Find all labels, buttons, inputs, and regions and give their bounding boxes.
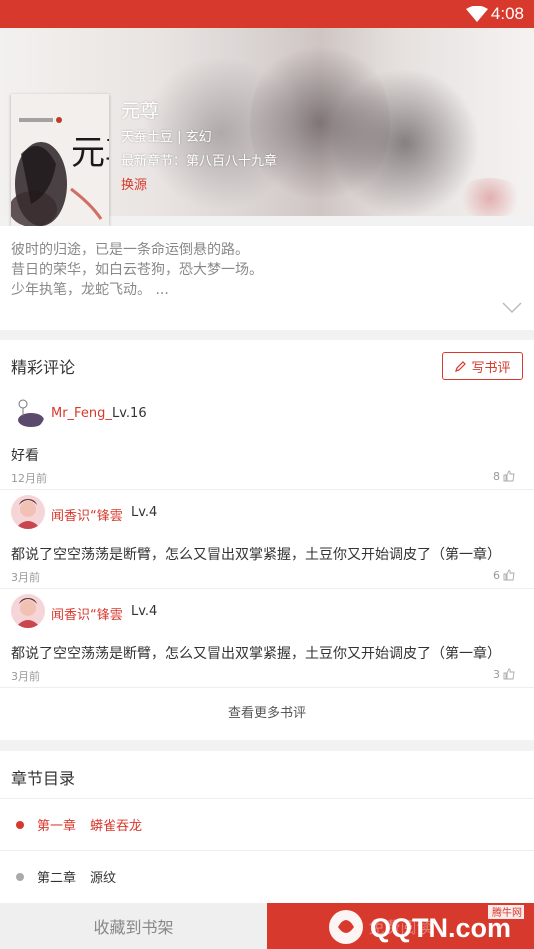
latest-chapter[interactable]: 最新章节：第八百八十九章: [121, 150, 283, 169]
review-body: 都说了空空荡荡是断臂，怎么又冒出双掌紧握，土豆你又开始调皮了（第一章）: [11, 646, 501, 662]
more-reviews-link[interactable]: 查看更多书评: [0, 688, 534, 740]
chapter-number: 第一章: [37, 819, 77, 834]
review-like-count: 6: [493, 569, 500, 582]
review-date: 12月前: [11, 472, 47, 485]
pencil-icon: [455, 360, 467, 372]
intro-line: 彼时的归途，已是一条命运倒悬的路。: [11, 242, 249, 258]
book-author-category: 天蚕土豆 | 玄幻: [121, 130, 212, 145]
review-username[interactable]: 闻香识“锋雲: [51, 604, 123, 623]
bottom-action-bar: 收藏到书架 免费阅读 QQTN.com 腾牛网: [0, 903, 534, 949]
chevron-down-icon[interactable]: [502, 302, 522, 314]
chapter-number: 第二章: [37, 871, 77, 886]
review-date: 3月前: [11, 571, 40, 584]
svg-text:元尊: 元尊: [71, 133, 109, 173]
review-username[interactable]: Mr_Feng_: [51, 406, 112, 421]
add-to-shelf-button[interactable]: 收藏到书架: [0, 903, 267, 949]
book-title: 元尊: [121, 100, 160, 122]
review-like-count: 3: [493, 668, 500, 681]
chapter-indicator-dot: [16, 873, 24, 881]
reviews-title: 精彩评论: [11, 358, 76, 377]
write-review-label: 写书评: [471, 360, 511, 376]
avatar[interactable]: [11, 495, 45, 529]
chapter-item[interactable]: 第一章 蟒雀吞龙: [0, 798, 534, 850]
book-cover[interactable]: 元尊: [11, 94, 109, 226]
review-item[interactable]: Mr_Feng_ Lv.16 好看 12月前 8: [0, 391, 534, 490]
change-source-link[interactable]: 换源: [121, 174, 147, 193]
avatar[interactable]: [11, 594, 45, 628]
review-like-count: 8: [493, 470, 500, 483]
chapter-indicator-dot: [16, 821, 24, 829]
status-time: 4:08: [490, 4, 524, 23]
review-body: 好看: [11, 448, 39, 464]
write-review-button[interactable]: 写书评: [442, 352, 523, 380]
chapters-title: 章节目录: [11, 769, 76, 788]
svg-text:腾牛网: 腾牛网: [492, 906, 522, 919]
intro-line: 少年执笔，龙蛇飞动。 ...: [11, 282, 169, 298]
review-item[interactable]: 闻香识“锋雲 Lv.4 都说了空空荡荡是断臂，怎么又冒出双掌紧握，土豆你又开始调…: [0, 589, 534, 688]
chapters-section: 章节目录 第一章 蟒雀吞龙 第二章 源纹: [0, 751, 534, 903]
thumbs-up-icon[interactable]: [503, 569, 515, 581]
book-intro[interactable]: 彼时的归途，已是一条命运倒悬的路。 昔日的荣华，如白云苍狗，恐大梦一场。 少年执…: [0, 226, 534, 330]
review-body: 都说了空空荡荡是断臂，怎么又冒出双掌紧握，土豆你又开始调皮了（第一章）: [11, 547, 501, 563]
review-level: Lv.4: [131, 505, 158, 520]
thumbs-up-icon[interactable]: [503, 668, 515, 680]
review-level: Lv.16: [112, 406, 147, 421]
review-item[interactable]: 闻香识“锋雲 Lv.4 都说了空空荡荡是断臂，怎么又冒出双掌紧握，土豆你又开始调…: [0, 490, 534, 589]
intro-line: 昔日的荣华，如白云苍狗，恐大梦一场。: [11, 262, 263, 278]
reviews-section: 精彩评论 写书评 Mr_Feng_ Lv.16 好看 12月前 8 闻香识“锋雲…: [0, 340, 534, 740]
review-level: Lv.4: [131, 604, 158, 619]
review-date: 3月前: [11, 670, 40, 683]
status-bar: 4:08: [0, 0, 534, 28]
chapter-name: 源纹: [90, 871, 117, 886]
avatar[interactable]: [11, 396, 45, 430]
thumbs-up-icon[interactable]: [503, 470, 515, 482]
watermark-logo: QQTN.com 腾牛网: [329, 905, 524, 944]
chapter-name: 蟒雀吞龙: [90, 819, 143, 834]
wifi-icon: [466, 6, 488, 22]
review-username[interactable]: 闻香识“锋雲: [51, 505, 123, 524]
chapter-item[interactable]: 第二章 源纹: [0, 850, 534, 902]
